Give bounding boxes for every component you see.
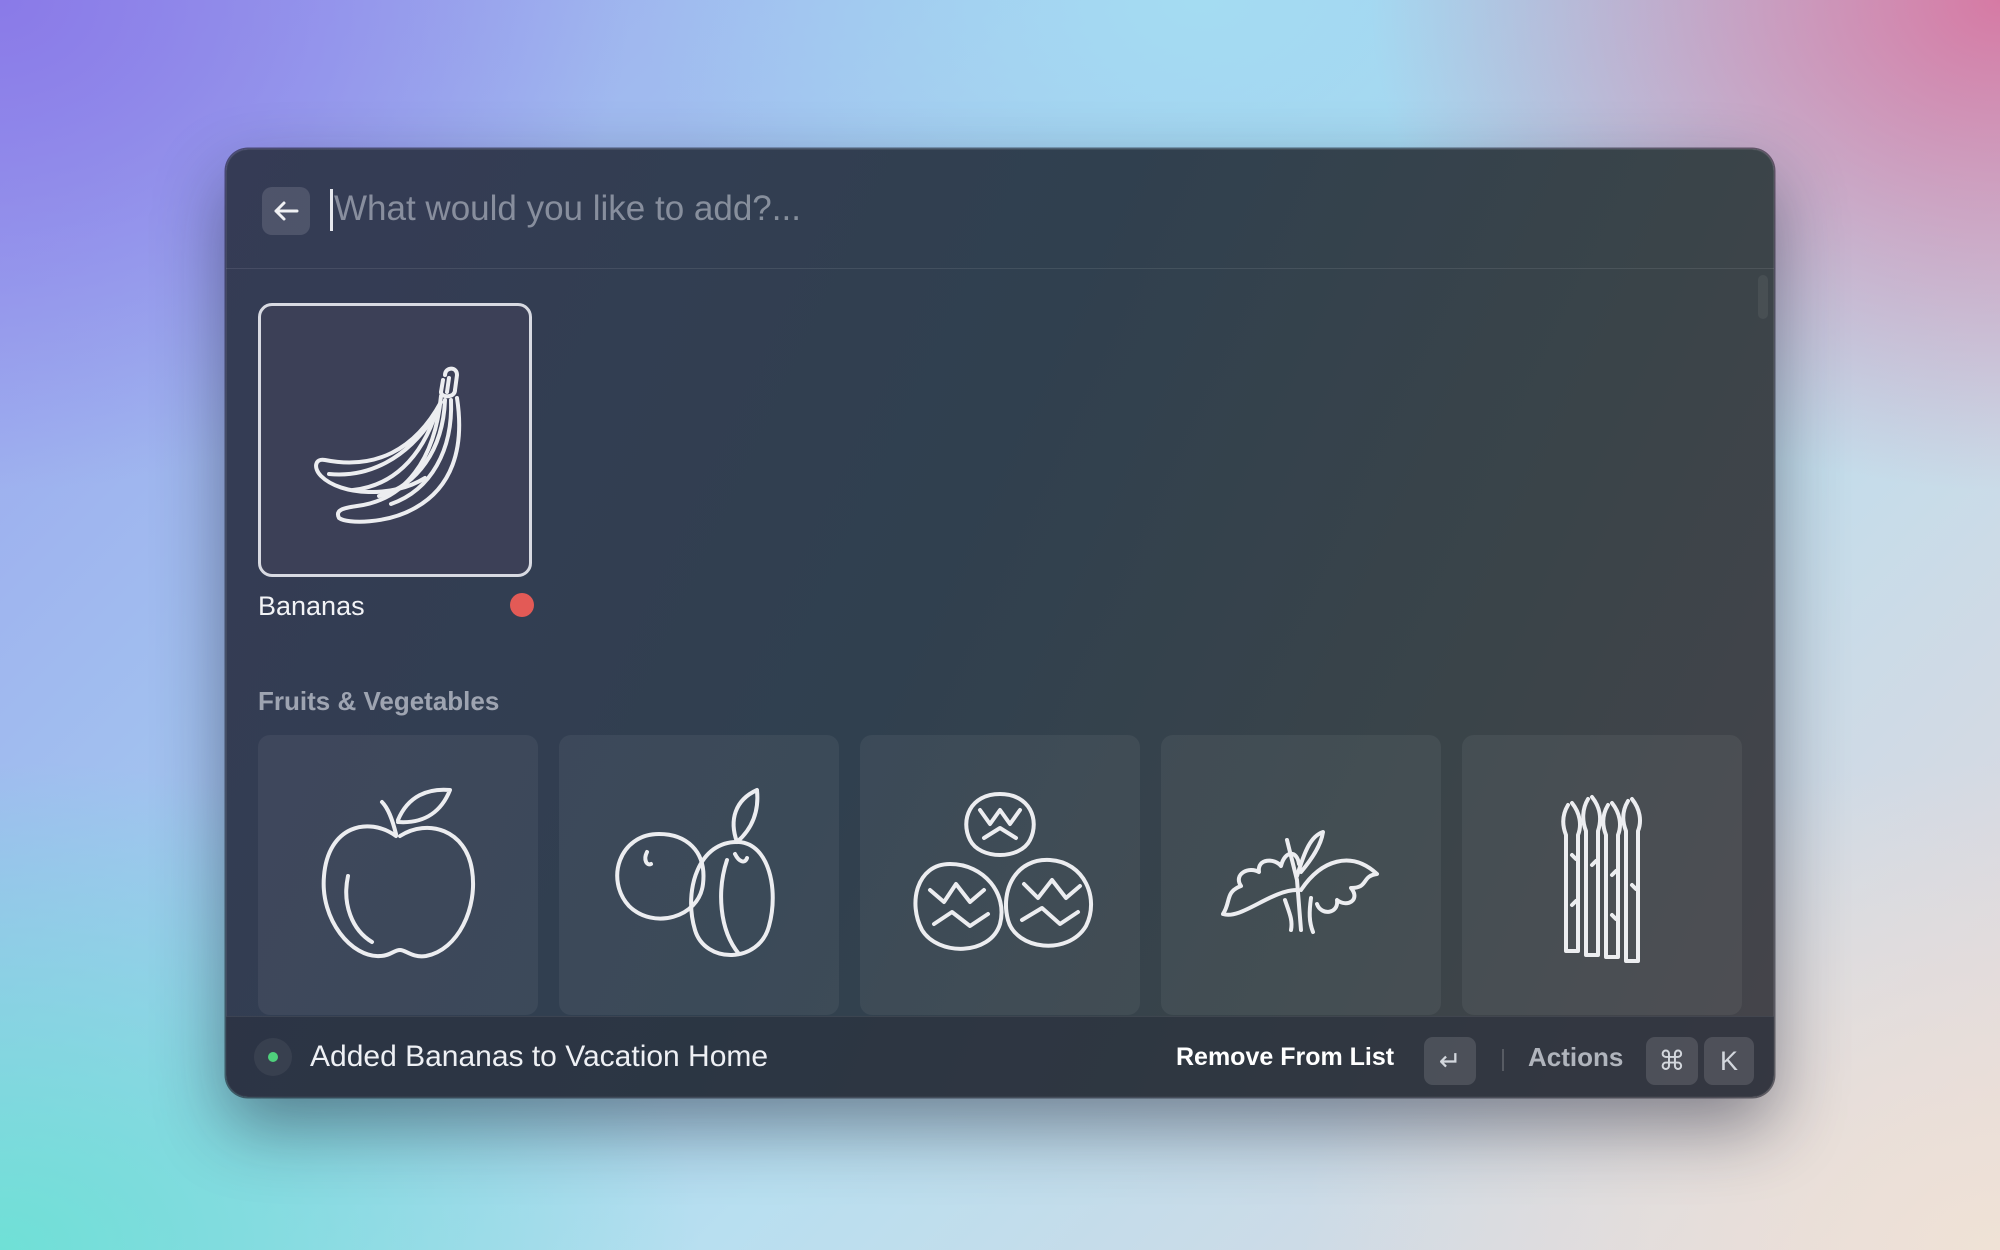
grid-item-artichokes[interactable] [860,735,1140,1015]
arrow-left-icon [274,201,299,221]
selected-item-card[interactable] [258,303,532,577]
search-input[interactable] [328,179,1534,239]
artichokes-icon [913,792,1094,951]
grid-item-plums[interactable] [559,735,839,1015]
status-dot-icon [268,1052,278,1062]
actions-button[interactable]: Actions [1528,1037,1623,1077]
enter-key-hint: ↵ [1424,1037,1476,1085]
status-indicator [254,1038,292,1076]
plums-icon [615,788,775,957]
scrollbar[interactable] [1758,275,1768,319]
search-bar [226,149,1774,269]
grid-item-arugula[interactable] [1161,735,1441,1015]
action-bar: Added Bananas to Vacation Home Remove Fr… [226,1016,1774,1097]
remove-from-list-button[interactable]: Remove From List [1176,1037,1394,1077]
grid-item-apple[interactable] [258,735,538,1015]
launcher-window: Bananas Fruits & Vegetables [226,149,1774,1097]
arugula-icon [1221,830,1379,934]
divider [1502,1049,1504,1071]
back-button[interactable] [262,187,310,235]
command-key-hint: ⌘ [1646,1037,1698,1085]
item-grid [258,735,1744,1015]
toast-message: Added Bananas to Vacation Home [310,1040,769,1073]
banana-icon [314,366,462,524]
grid-item-asparagus[interactable] [1462,735,1742,1015]
status-badge [510,593,534,617]
apple-icon [321,787,476,959]
selected-item-label: Bananas [258,591,365,621]
k-key-hint: K [1704,1037,1754,1085]
asparagus-icon [1561,795,1642,963]
section-title: Fruits & Vegetables [258,686,500,716]
